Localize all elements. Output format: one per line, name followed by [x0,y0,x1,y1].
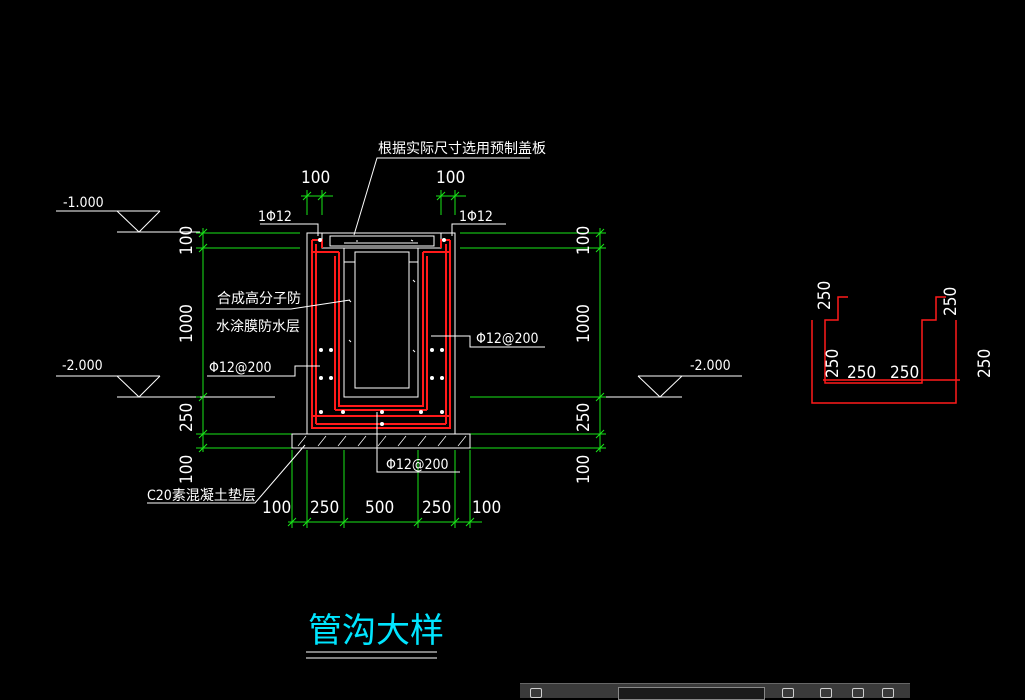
rebar-label-top-right: 1Φ12 [459,209,493,225]
note-waterproof-line1: 合成高分子防 [217,290,301,307]
cad-drawing-canvas[interactable]: -1.000 -2.000 -2.000 根据实际尺寸选用预制盖板 100 10… [0,0,1025,697]
detail-dim-right-height: 250 [975,349,995,378]
c20-concrete-cushion [291,433,471,449]
dim-right-1000: 1000 [574,304,594,343]
drawing-title: 管沟大样 [308,611,444,651]
level-label-right-mid: -2.000 [690,358,731,374]
dim-right-250: 250 [574,403,594,432]
detail-dim-bottom-mid2: 250 [890,363,919,383]
title-underline [306,651,437,659]
detail-dim-bottom-left: 250 [823,349,843,378]
rebar-label-right-wall: Φ12@200 [476,331,539,347]
level-label-left-top: -1.000 [63,195,104,211]
dim-right-100-bottom: 100 [574,455,594,484]
rebar-label-top-left: 1Φ12 [258,209,292,225]
dim-left-100-top: 100 [177,226,197,255]
trench-concrete-outline [306,232,456,435]
rebar-label-left-wall: Φ12@200 [209,360,272,376]
dim-left-100-bottom: 100 [177,455,197,484]
detail-dim-bottom-mid1: 250 [847,363,876,383]
dim-bottom-250-right: 250 [422,498,451,518]
level-label-left-mid: -2.000 [62,358,103,374]
dimension-lines [196,190,606,528]
dim-top-right-100: 100 [436,168,465,188]
dim-left-250: 250 [177,403,197,432]
dim-right-100-top: 100 [574,226,594,255]
level-marker-right-mid [600,375,742,398]
dim-bottom-100-left: 100 [262,498,291,518]
dim-left-1000: 1000 [177,304,197,343]
trench-inner-walls [344,251,418,389]
note-cushion-layer: C20素混凝土垫层 [147,488,256,504]
note-waterproof-line2: 水涂膜防水层 [216,319,300,335]
dim-top-left-100: 100 [301,168,330,188]
note-precast-cover: 根据实际尺寸选用预制盖板 [378,141,546,157]
rebar-label-bottom: Φ12@200 [386,457,449,473]
detail-dim-left-leg: 250 [815,281,835,310]
bottom-status-toolbar[interactable] [520,683,910,700]
dim-bottom-500: 500 [365,498,394,518]
precast-cover-slab [329,235,435,247]
status-input-field[interactable] [618,687,765,700]
rebar-cage [311,239,451,429]
dim-bottom-250-left: 250 [310,498,339,518]
detail-dim-right-leg: 250 [941,287,961,316]
dim-bottom-100-right: 100 [472,498,501,518]
level-marker-left-mid [56,375,200,398]
